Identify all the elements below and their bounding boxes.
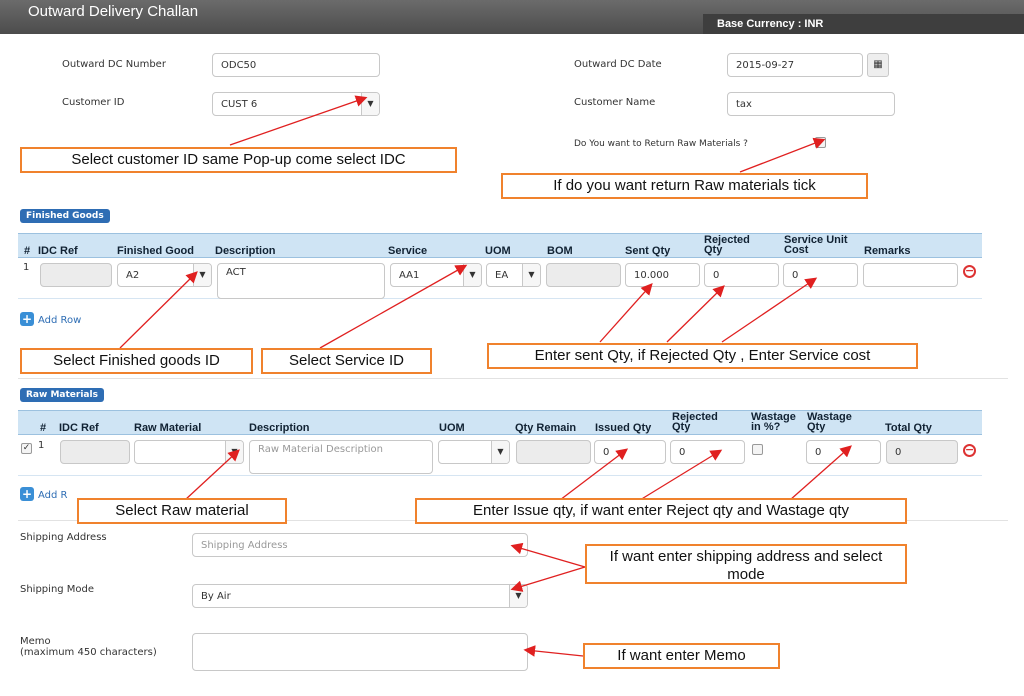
arrow-service bbox=[319, 264, 468, 349]
note-customer: Select customer ID same Pop-up come sele… bbox=[20, 147, 457, 173]
note-issue-qty: Enter Issue qty, if want enter Reject qt… bbox=[415, 498, 907, 524]
note-shipping: If want enter shipping address and selec… bbox=[585, 544, 907, 584]
note-raw-tick: If do you want return Raw materials tick bbox=[501, 173, 868, 199]
arrow-service-cost bbox=[721, 277, 818, 343]
arrow-sent-qty bbox=[599, 283, 653, 343]
arrow-wastage-qty bbox=[789, 445, 852, 501]
arrow-raw-tick bbox=[739, 137, 826, 173]
arrow-memo bbox=[523, 645, 584, 657]
note-finished-good: Select Finished goods ID bbox=[20, 348, 253, 374]
arrow-issued-qty bbox=[559, 448, 629, 501]
note-service: Select Service ID bbox=[261, 348, 432, 374]
arrow-shipping-mode bbox=[510, 566, 586, 592]
note-sent-qty: Enter sent Qty, if Rejected Qty , Enter … bbox=[487, 343, 918, 369]
arrow-raw-material bbox=[184, 449, 240, 501]
arrow-rejected-qty bbox=[666, 285, 725, 343]
note-memo: If want enter Memo bbox=[583, 643, 780, 669]
arrow-customer bbox=[229, 95, 368, 146]
note-raw-material: Select Raw material bbox=[77, 498, 287, 524]
arrow-shipping-address bbox=[510, 542, 586, 568]
arrow-rejected-qty-rm bbox=[639, 449, 723, 501]
arrow-finished-good bbox=[119, 271, 198, 349]
